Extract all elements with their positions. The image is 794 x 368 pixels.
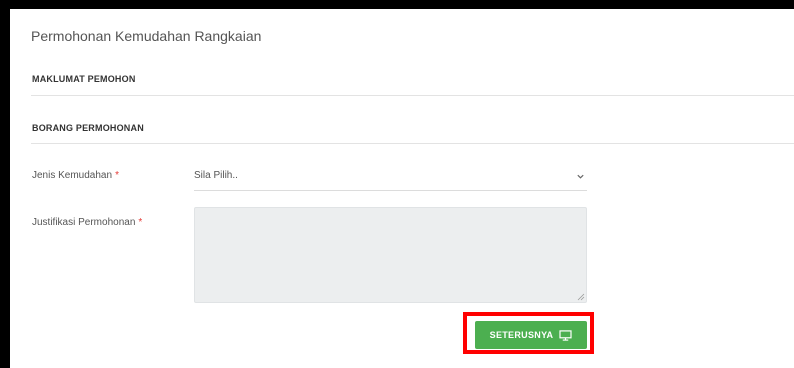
justification-label-text: Justifikasi Permohonan — [32, 217, 136, 228]
next-button-label: SETERUSNYA — [489, 330, 554, 340]
facility-type-label-text: Jenis Kemudahan — [32, 170, 113, 181]
divider — [31, 143, 794, 144]
monitor-icon — [559, 329, 572, 341]
section-application-form: BORANG PERMOHONAN — [32, 123, 144, 133]
facility-type-selected-value: Sila Pilih.. — [194, 170, 238, 181]
section-applicant-info: MAKLUMAT PEMOHON — [32, 74, 136, 84]
justification-label: Justifikasi Permohonan * — [32, 217, 142, 228]
justification-textarea[interactable] — [194, 207, 587, 303]
facility-type-label: Jenis Kemudahan * — [32, 170, 119, 181]
required-marker: * — [138, 217, 143, 228]
divider — [31, 95, 794, 96]
required-marker: * — [115, 170, 119, 181]
facility-type-select[interactable]: Sila Pilih.. — [194, 161, 587, 191]
resize-handle-icon[interactable] — [577, 293, 585, 301]
page-title: Permohonan Kemudahan Rangkaian — [31, 28, 262, 44]
chevron-down-icon — [577, 174, 584, 179]
next-button[interactable]: SETERUSNYA — [475, 321, 587, 349]
form-panel: Permohonan Kemudahan Rangkaian MAKLUMAT … — [10, 9, 794, 368]
